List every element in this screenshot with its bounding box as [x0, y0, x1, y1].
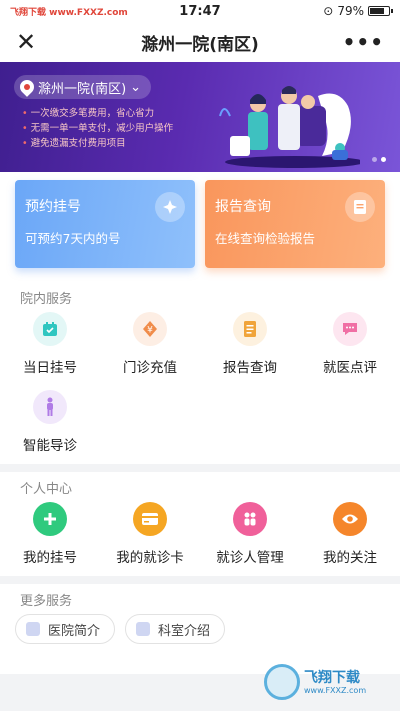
carrier-label: 飞翔下载 www.FXXZ.com [10, 7, 128, 18]
compass-icon [155, 192, 185, 222]
promo-banner[interactable]: 滁州一院(南区) ⌄ 一次缴交多笔费用，省心省力 无需一单一单支付，减少用户操作… [0, 62, 400, 172]
service-report[interactable]: 报告查询 [200, 308, 300, 386]
svg-text:¥: ¥ [147, 326, 153, 336]
hospital-intro-button[interactable]: 医院简介 [15, 614, 116, 644]
status-bar: 飞翔下载 www.FXXZ.com 17:47 ⊙ 79% [0, 0, 400, 22]
card-subtitle: 可预约7天内的号 [25, 231, 121, 246]
department-intro-button[interactable]: 科室介绍 [125, 614, 226, 644]
document-icon [345, 192, 375, 222]
yen-icon: ¥ [133, 312, 167, 346]
watermark-url: www.FXXZ.com [304, 685, 367, 695]
service-smart-guide[interactable]: 智能导诊 [0, 386, 100, 464]
pill-label: 医院简介 [48, 623, 101, 639]
eye-icon [333, 502, 367, 536]
banner-bullets: 一次缴交多笔费用，省心省力 无需一单一单支付，减少用户操作 避免遗漏支付费用项目 [22, 106, 174, 151]
service-label: 报告查询 [223, 360, 277, 376]
battery-icon [368, 6, 393, 16]
card-icon [133, 502, 167, 536]
hospital-selector[interactable]: 滁州一院(南区) ⌄ [14, 75, 152, 99]
my-medical-card[interactable]: 我的就诊卡 [100, 498, 200, 576]
status-right: ⊙ 79% [323, 4, 393, 18]
personal-label: 我的就诊卡 [116, 550, 184, 566]
banner-bullet: 避免遗漏支付费用项目 [22, 136, 173, 151]
appointment-card[interactable]: 预约挂号 可预约7天内的号 [15, 180, 195, 268]
pager-dot [372, 157, 377, 162]
page-title: 滁州一院(南区) [141, 34, 259, 55]
people-icon [233, 502, 267, 536]
personal-grid: 我的挂号 我的就诊卡 就诊人管理 我的关注 [0, 498, 400, 576]
card-subtitle: 在线查询检验报告 [215, 231, 316, 246]
service-review[interactable]: 就医点评 [300, 308, 400, 386]
service-label: 门诊充值 [123, 360, 177, 376]
location-pin-icon [17, 77, 37, 97]
hospital-name: 滁州一院(南区) [38, 81, 127, 97]
department-icon [136, 622, 151, 636]
personal-label: 就诊人管理 [216, 550, 284, 566]
section-title: 院内服务 [20, 292, 73, 307]
service-label: 当日挂号 [23, 360, 77, 376]
service-same-day[interactable]: 当日挂号 [0, 308, 100, 386]
my-follows[interactable]: 我的关注 [300, 498, 400, 576]
close-icon[interactable]: ✕ [16, 30, 36, 54]
section-title: 个人中心 [20, 482, 73, 497]
my-appointments[interactable]: 我的挂号 [0, 498, 100, 576]
pill-label: 科室介绍 [158, 623, 211, 639]
report-card[interactable]: 报告查询 在线查询检验报告 [205, 180, 385, 268]
report-icon [233, 312, 267, 346]
banner-bullet: 无需一单一单支付，减少用户操作 [22, 121, 174, 136]
chat-icon [333, 312, 367, 346]
hospital-icon [26, 622, 40, 636]
banner-bullet: 一次缴交多笔费用，省心省力 [22, 106, 173, 121]
personal-label: 我的关注 [323, 550, 377, 566]
banner-pager[interactable] [372, 157, 386, 162]
service-label: 就医点评 [323, 360, 377, 376]
pager-dot-active [381, 157, 386, 162]
doctor-illustration [219, 86, 360, 168]
watermark-text: 飞翔下载 [304, 669, 360, 686]
quick-cards: 预约挂号 可预约7天内的号 报告查询 在线查询检验报告 [0, 172, 400, 282]
divider [0, 464, 400, 472]
section-title: 更多服务 [20, 594, 73, 609]
plus-icon [33, 502, 67, 536]
personal-section: 个人中心 我的挂号 我的就诊卡 就诊人管理 我的关注 [0, 472, 400, 576]
lock-rotation-icon: ⊙ [323, 4, 334, 18]
watermark-text-block: 飞翔下载 www.FXXZ.com [304, 670, 366, 695]
person-icon [33, 390, 67, 424]
watermark-logo-icon [264, 664, 300, 700]
in-hospital-section: 院内服务 当日挂号 ¥ 门诊充值 报告查询 就医点评 智能导诊 [0, 282, 400, 464]
more-options-icon[interactable]: ••• [343, 30, 384, 54]
battery-percent: 79% [337, 4, 364, 18]
divider [0, 576, 400, 584]
service-recharge[interactable]: ¥ 门诊充值 [100, 308, 200, 386]
service-grid: 当日挂号 ¥ 门诊充值 报告查询 就医点评 智能导诊 [0, 308, 400, 464]
personal-label: 我的挂号 [23, 550, 77, 566]
site-watermark: 飞翔下载 www.FXXZ.com [264, 657, 394, 707]
more-pills: 医院简介 科室介绍 [0, 610, 400, 648]
patient-management[interactable]: 就诊人管理 [200, 498, 300, 576]
chevron-down-icon: ⌄ [130, 79, 142, 95]
service-label: 智能导诊 [23, 438, 77, 454]
calendar-icon [33, 312, 67, 346]
nav-bar: ✕ 滁州一院(南区) ••• [0, 22, 400, 62]
